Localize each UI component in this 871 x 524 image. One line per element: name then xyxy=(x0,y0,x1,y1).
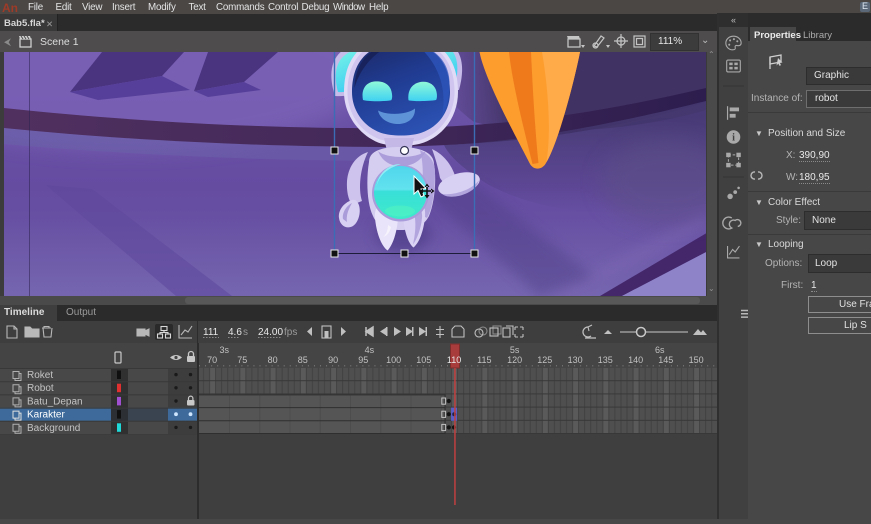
svg-text:100: 100 xyxy=(386,355,401,365)
svg-text:125: 125 xyxy=(537,355,552,365)
svg-text:Background: Background xyxy=(27,423,80,434)
svg-text:6s: 6s xyxy=(655,345,665,355)
svg-text:85: 85 xyxy=(298,355,308,365)
svg-text:145: 145 xyxy=(658,355,673,365)
svg-text:Robot: Robot xyxy=(27,383,54,394)
svg-text:3s: 3s xyxy=(219,345,229,355)
svg-text:fps: fps xyxy=(284,327,297,338)
svg-text:75: 75 xyxy=(237,355,247,365)
svg-text:Roket: Roket xyxy=(27,370,53,381)
svg-text:4s: 4s xyxy=(365,345,375,355)
svg-text:«: « xyxy=(731,15,736,25)
svg-text:24.00: 24.00 xyxy=(258,327,283,338)
svg-text:s: s xyxy=(243,327,248,338)
svg-text:110: 110 xyxy=(447,355,461,365)
svg-text:120: 120 xyxy=(507,355,522,365)
svg-text:70: 70 xyxy=(207,355,217,365)
svg-text:95: 95 xyxy=(358,355,368,365)
svg-text:130: 130 xyxy=(568,355,583,365)
svg-text:115: 115 xyxy=(477,355,491,365)
svg-text:105: 105 xyxy=(416,355,431,365)
svg-text:90: 90 xyxy=(328,355,338,365)
svg-text:Karakter: Karakter xyxy=(27,410,65,421)
svg-text:111: 111 xyxy=(203,327,219,338)
svg-text:150: 150 xyxy=(689,355,704,365)
svg-text:135: 135 xyxy=(598,355,613,365)
svg-text:i: i xyxy=(732,132,735,143)
svg-text:Batu_Depan: Batu_Depan xyxy=(27,396,83,407)
svg-text:80: 80 xyxy=(268,355,278,365)
svg-text:140: 140 xyxy=(628,355,643,365)
svg-text:5s: 5s xyxy=(510,345,520,355)
svg-text:4.6: 4.6 xyxy=(228,327,242,338)
